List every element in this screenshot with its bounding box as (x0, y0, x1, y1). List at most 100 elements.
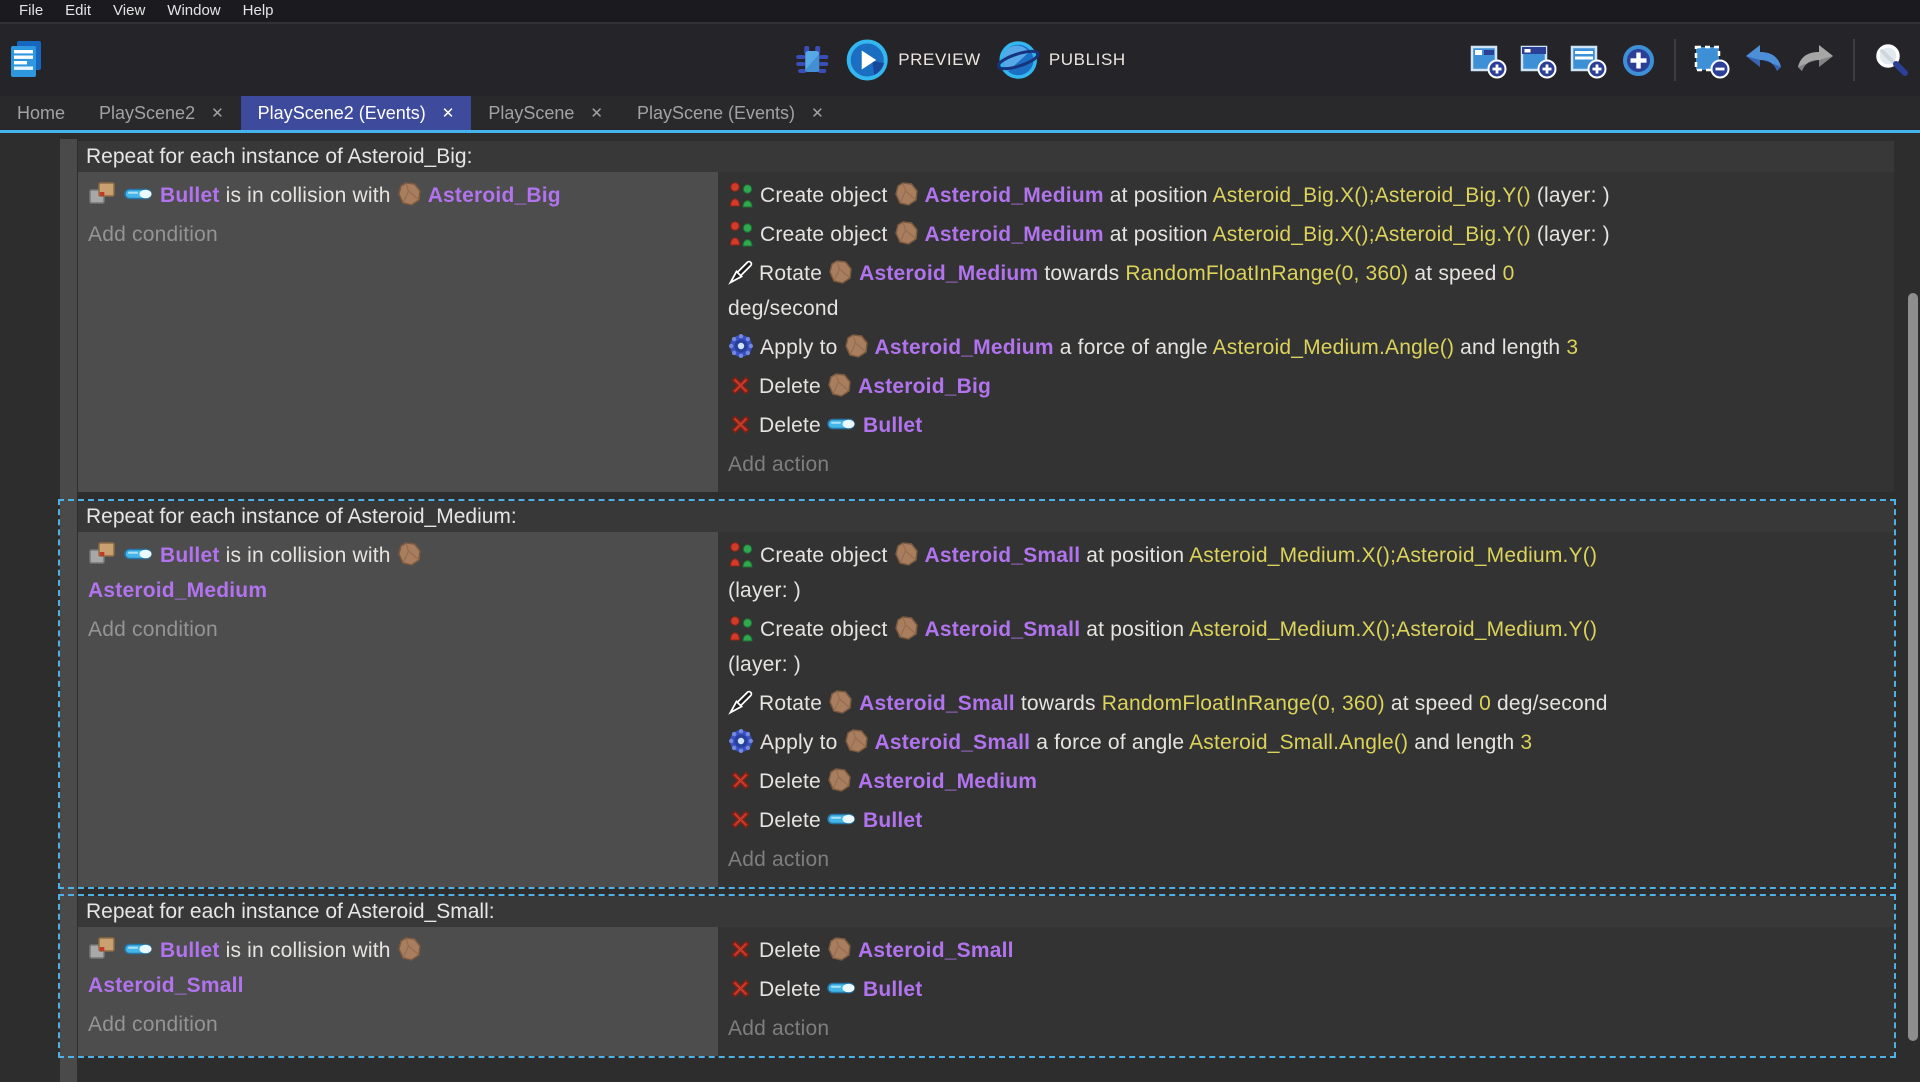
actions-panel: Create object Asteroid_Small at position… (718, 532, 1894, 887)
delete-icon (728, 937, 753, 962)
preview-button[interactable]: PREVIEW (846, 39, 981, 81)
add-event-icon[interactable] (1470, 42, 1507, 79)
debug-icon[interactable] (794, 42, 830, 78)
action-row[interactable]: Delete Asteroid_Small (728, 931, 1884, 970)
add-condition-button[interactable]: Add condition (88, 215, 708, 254)
expression-value: Asteroid_Medium.X();Asteroid_Medium.Y() (1189, 544, 1597, 567)
bullet-icon (827, 981, 857, 995)
object-name: Asteroid_Medium (88, 579, 267, 602)
menu-item-window[interactable]: Window (156, 0, 231, 22)
events-list: Repeat for each instance of Asteroid_Big… (58, 139, 1896, 1058)
gdevelop-logo[interactable] (8, 39, 44, 81)
add-condition-button[interactable]: Add condition (88, 610, 708, 649)
action-row[interactable]: Create object Asteroid_Small at position… (728, 536, 1884, 610)
choose-event-icon[interactable] (1620, 42, 1657, 79)
instruction-text: (layer: ) (728, 579, 801, 602)
globe-icon (997, 39, 1039, 81)
tab-label: PlayScene2 (99, 103, 195, 124)
object-name: Bullet (160, 939, 220, 962)
instruction-text: Create object (760, 223, 894, 246)
search-icon[interactable] (1872, 41, 1910, 79)
action-row[interactable]: Delete Asteroid_Big (728, 367, 1884, 406)
expression-value: Asteroid_Big.X();Asteroid_Big.Y() (1213, 223, 1531, 246)
tab-close-icon[interactable]: ✕ (442, 106, 455, 121)
action-row[interactable]: Rotate Asteroid_Medium towards RandomFlo… (728, 254, 1884, 328)
instruction-text: at speed (1385, 692, 1479, 715)
tab-close-icon[interactable]: ✕ (590, 106, 603, 121)
menu-item-help[interactable]: Help (232, 0, 285, 22)
object-name: Bullet (863, 978, 923, 1001)
action-row[interactable]: Create object Asteroid_Medium at positio… (728, 176, 1884, 215)
menu-item-file[interactable]: File (8, 0, 54, 22)
instruction-text: at position (1104, 223, 1213, 246)
action-row[interactable]: Apply to Asteroid_Medium a force of angl… (728, 328, 1884, 367)
action-row[interactable]: Delete Bullet (728, 801, 1884, 840)
action-row[interactable]: Delete Asteroid_Medium (728, 762, 1884, 801)
actions-panel: Delete Asteroid_SmallDelete BulletAdd ac… (718, 927, 1894, 1056)
expression-value: Asteroid_Medium.X();Asteroid_Medium.Y() (1189, 618, 1597, 641)
event-block[interactable]: Repeat for each instance of Asteroid_Med… (58, 499, 1896, 889)
action-row[interactable]: Apply to Asteroid_Small a force of angle… (728, 723, 1884, 762)
action-row[interactable]: Rotate Asteroid_Small towards RandomFloa… (728, 684, 1884, 723)
scrollbar-thumb[interactable] (1908, 293, 1918, 1041)
tab-playscene[interactable]: PlayScene✕ (471, 96, 620, 130)
tab-playscene-events[interactable]: PlayScene (Events)✕ (620, 96, 841, 130)
undo-icon[interactable] (1743, 43, 1783, 77)
action-row[interactable]: Delete Bullet (728, 406, 1884, 445)
bullet-icon (124, 187, 154, 201)
conditions-panel: Bullet is in collision with Asteroid_Med… (78, 532, 718, 887)
action-row[interactable]: Create object Asteroid_Small at position… (728, 610, 1884, 684)
instruction-text: (layer: ) (728, 653, 801, 676)
object-name: Asteroid_Small (88, 974, 244, 997)
event-block[interactable]: Repeat for each instance of Asteroid_Sma… (58, 894, 1896, 1058)
create-object-icon (728, 615, 754, 642)
tab-playscene2-events[interactable]: PlayScene2 (Events) ✕ (241, 96, 472, 130)
instruction-text: is in collision with (220, 939, 397, 962)
add-subevent-icon[interactable] (1520, 42, 1557, 79)
instruction-text: and length (1408, 731, 1520, 754)
redo-icon (1796, 43, 1836, 77)
tab-label: PlayScene2 (Events) (258, 103, 426, 124)
instruction-text: towards (1038, 262, 1125, 285)
tab-label: Home (17, 103, 65, 124)
play-icon (846, 39, 888, 81)
event-block[interactable]: Repeat for each instance of Asteroid_Big… (58, 139, 1896, 494)
condition-row[interactable]: Bullet is in collision with Asteroid_Big (88, 176, 708, 215)
asteroid-icon (894, 615, 919, 641)
tab-close-icon[interactable]: ✕ (211, 106, 224, 121)
action-row[interactable]: Delete Bullet (728, 970, 1884, 1009)
delete-icon (728, 373, 753, 398)
asteroid-icon (894, 181, 919, 207)
add-comment-icon[interactable] (1570, 42, 1607, 79)
object-name: Asteroid_Small (859, 692, 1015, 715)
conditions-panel: Bullet is in collision with Asteroid_Sma… (78, 927, 718, 1056)
tab-playscene2[interactable]: PlayScene2 ✕ (82, 96, 241, 130)
expression-value: 3 (1520, 731, 1532, 754)
event-repeat-header[interactable]: Repeat for each instance of Asteroid_Sma… (78, 896, 1894, 927)
condition-row[interactable]: Bullet is in collision with Asteroid_Med… (88, 536, 708, 610)
expression-value: RandomFloatInRange(0, 360) (1125, 262, 1408, 285)
add-condition-button[interactable]: Add condition (88, 1005, 708, 1044)
event-repeat-header[interactable]: Repeat for each instance of Asteroid_Big… (78, 141, 1894, 172)
add-action-button[interactable]: Add action (728, 445, 1884, 484)
object-name: Bullet (863, 414, 923, 437)
rotate-icon (728, 690, 753, 715)
event-repeat-header[interactable]: Repeat for each instance of Asteroid_Med… (78, 501, 1894, 532)
force-icon (728, 333, 754, 359)
add-action-button[interactable]: Add action (728, 840, 1884, 879)
instruction-text: Create object (760, 618, 894, 641)
collision-icon (88, 541, 118, 567)
menu-item-edit[interactable]: Edit (54, 0, 102, 22)
menu-item-view[interactable]: View (102, 0, 156, 22)
condition-row[interactable]: Bullet is in collision with Asteroid_Sma… (88, 931, 708, 1005)
tab-close-icon[interactable]: ✕ (811, 106, 824, 121)
instruction-text: a force of angle (1030, 731, 1189, 754)
tab-bar: HomePlayScene2✕PlayScene2 (Events)✕PlayS… (0, 96, 1920, 133)
instruction-text: Delete (759, 770, 827, 793)
action-row[interactable]: Create object Asteroid_Medium at positio… (728, 215, 1884, 254)
tab-home[interactable]: Home (0, 96, 82, 130)
remove-selection-icon[interactable] (1693, 42, 1730, 79)
bullet-icon (827, 812, 857, 826)
add-action-button[interactable]: Add action (728, 1009, 1884, 1048)
publish-button[interactable]: PUBLISH (997, 39, 1126, 81)
